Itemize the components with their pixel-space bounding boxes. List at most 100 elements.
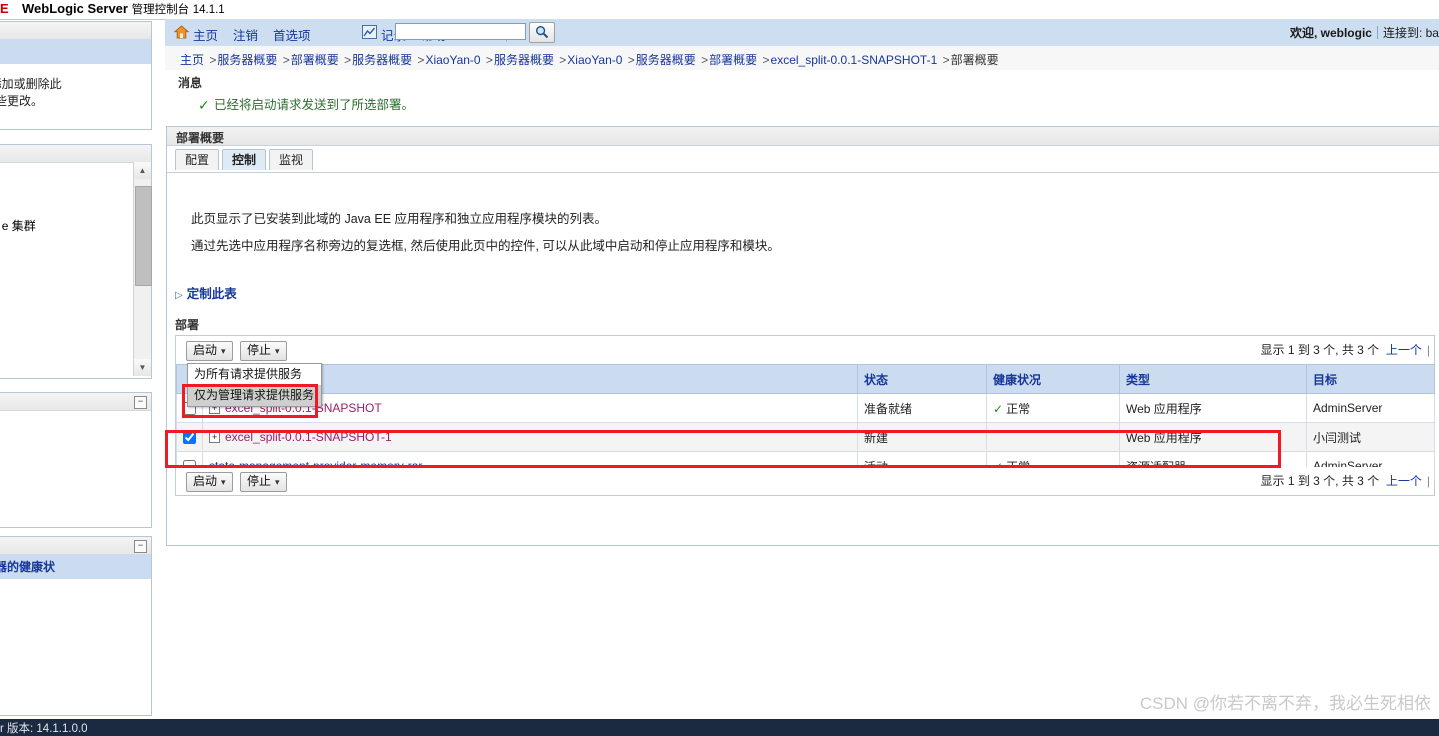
oracle-logo-icon: E xyxy=(0,1,9,16)
pagination-separator-bottom: | xyxy=(1426,474,1430,488)
chevron-right-icon: ▷ xyxy=(175,290,183,301)
deployments-table: 名称 状态 健康状况 类型 目标 +excel_split-0.0.1-SNAP… xyxy=(176,364,1435,481)
tab-configuration[interactable]: 配置 xyxy=(175,149,220,170)
breadcrumb-item-5[interactable]: 服务器概要 xyxy=(494,53,554,67)
breadcrumb-item-2[interactable]: 部署概要 xyxy=(291,53,339,67)
row-state-cell: 新建 xyxy=(857,422,987,452)
breadcrumb: 主页 >服务器概要 >部署概要 >服务器概要 >XiaoYan-0 >服务器概要… xyxy=(180,51,999,68)
utilbar-link-home[interactable]: 主页 xyxy=(193,25,218,44)
record-icon[interactable] xyxy=(362,25,377,39)
prev-page-link-bottom[interactable]: 上一个 xyxy=(1386,474,1422,488)
pagination-count-top: 显示 1 到 3 个, 共 3 个 xyxy=(1260,343,1380,357)
menu-item-servicing-all-requests[interactable]: 为所有请求提供服务 xyxy=(188,364,321,385)
chevron-down-icon: ▾ xyxy=(221,477,226,487)
triangle-down-icon[interactable]: ▼ xyxy=(134,359,151,376)
status-row-critical[interactable]: 严重 (0) xyxy=(0,629,151,649)
utilbar-link-preferences[interactable]: 首选项 xyxy=(273,25,311,44)
window-title-bar: E WebLogic Server 管理控制台 14.1.1 xyxy=(0,0,1439,20)
expand-icon[interactable]: + xyxy=(209,432,220,443)
row-name-cell[interactable]: + excel_split-0.0.1-SNAPSHOT-1 xyxy=(202,422,858,452)
change-center-header xyxy=(0,22,151,40)
system-status-header: − xyxy=(0,537,151,555)
stop-button-bottom[interactable]: 停止 ▾ xyxy=(240,472,287,492)
welcome-user: 欢迎, weblogic xyxy=(1289,26,1372,40)
search-icon xyxy=(535,25,549,42)
minus-icon[interactable]: − xyxy=(134,540,147,553)
start-dropdown-menu[interactable]: 为所有请求提供服务 仅为管理请求提供服务 xyxy=(187,363,322,407)
how-do-i-header: − xyxy=(0,393,151,411)
row-name-link[interactable]: excel_split-0.0.1-SNAPSHOT-1 xyxy=(225,430,392,444)
stop-button-bottom-label: 停止 xyxy=(247,474,272,488)
change-center-title: 启动 xyxy=(0,39,151,64)
breadcrumb-separator: > xyxy=(624,53,635,67)
row-checkbox-cell[interactable] xyxy=(176,422,203,452)
product-version: 14.1.1 xyxy=(192,4,225,16)
breadcrumb-separator: > xyxy=(414,53,425,67)
scrollbar-thumb[interactable] xyxy=(135,186,152,286)
breadcrumb-item-9[interactable]: excel_split-0.0.1-SNAPSHOT-1 xyxy=(771,53,938,67)
menu-item-servicing-admin-requests-only[interactable]: 仅为管理请求提供服务 xyxy=(188,385,321,406)
breadcrumb-item-8[interactable]: 部署概要 xyxy=(709,53,757,67)
col-target[interactable]: 目标 xyxy=(1306,364,1435,394)
chevron-down-icon: ▾ xyxy=(275,477,280,487)
prev-page-link-top[interactable]: 上一个 xyxy=(1386,343,1422,357)
pagination-info-top: 显示 1 到 3 个, 共 3 个 上一个 | xyxy=(1260,341,1430,358)
domain-structure-header xyxy=(0,145,151,163)
connected-to: 连接到: ba xyxy=(1382,26,1439,40)
customize-table-toggle[interactable]: ▷ 定制此表 xyxy=(175,283,237,302)
breadcrumb-item-0[interactable]: 主页 xyxy=(180,53,204,67)
breadcrumb-item-3[interactable]: 服务器概要 xyxy=(352,53,412,67)
start-button-bottom[interactable]: 启动 ▾ xyxy=(186,472,233,492)
start-button-bottom-label: 启动 xyxy=(193,474,218,488)
pagination-info-bottom: 显示 1 到 3 个, 共 3 个 上一个 | xyxy=(1260,472,1430,489)
table-row[interactable]: + excel_split-0.0.1-SNAPSHOT 准备就绪 ✓ 正常 Web… xyxy=(176,393,1435,423)
minus-icon[interactable]: − xyxy=(134,396,147,409)
message-text: 已经将启动请求发送到了所选部署。 xyxy=(214,98,415,112)
row-checkbox[interactable] xyxy=(183,431,196,445)
search-input[interactable] xyxy=(395,23,526,40)
breadcrumb-separator: > xyxy=(939,53,950,67)
breadcrumb-separator: > xyxy=(482,53,493,67)
table-row[interactable]: + excel_split-0.0.1-SNAPSHOT-1 新建 Web 应用程… xyxy=(176,422,1435,452)
breadcrumb-item-6[interactable]: XiaoYan-0 xyxy=(567,53,622,67)
status-row-warning[interactable]: 警告 (0) xyxy=(0,669,151,689)
triangle-up-icon[interactable]: ▲ xyxy=(134,162,151,179)
breadcrumb-item-4[interactable]: XiaoYan-0 xyxy=(425,53,480,67)
status-row-ok[interactable]: 正常 (1) xyxy=(0,689,151,709)
chevron-down-icon: ▾ xyxy=(221,346,226,356)
welcome-area: 欢迎, weblogic 连接到: ba xyxy=(1290,24,1439,41)
domain-structure-panel: 器模板 拟目标 e 集群 器 关闭类 ▲ ▼ xyxy=(0,144,152,379)
footer-bar: r 版本: 14.1.1.0.0 xyxy=(0,719,1439,736)
tab-monitoring[interactable]: 监视 xyxy=(269,149,314,170)
status-row-failed[interactable]: 失败 (0) xyxy=(0,609,151,629)
breadcrumb-separator: > xyxy=(279,53,290,67)
sidebar-scrollbar[interactable]: ▲ ▼ xyxy=(133,162,152,376)
breadcrumb-separator: > xyxy=(340,53,352,67)
success-check-icon: ✓ xyxy=(198,97,210,113)
page-description-2: 通过先选中应用程序名称旁边的复选框, 然后使用此页中的控件, 可以从此域中启动和… xyxy=(191,239,780,253)
sidebar-link-clusters[interactable]: e 集群 xyxy=(2,219,36,233)
utilbar-link-logout[interactable]: 注销 xyxy=(233,25,258,44)
row-health-cell: ✓正常 xyxy=(986,393,1120,423)
col-type[interactable]: 类型 xyxy=(1119,364,1307,394)
search-button[interactable] xyxy=(529,22,555,43)
col-health[interactable]: 健康状况 xyxy=(986,364,1120,394)
start-button-top[interactable]: 启动 ▾ xyxy=(186,341,233,361)
product-name: WebLogic Server xyxy=(22,1,128,16)
table-toolbar-bottom: 启动 ▾ 停止 ▾ 显示 1 到 3 个, 共 3 个 上一个 | xyxy=(176,467,1434,495)
chevron-down-icon: ▾ xyxy=(275,346,280,356)
col-state[interactable]: 状态 xyxy=(857,364,987,394)
breadcrumb-item-1[interactable]: 服务器概要 xyxy=(217,53,277,67)
start-button-top-label: 启动 xyxy=(193,343,218,357)
stop-button-top[interactable]: 停止 ▾ xyxy=(240,341,287,361)
customize-table-label: 定制此表 xyxy=(186,287,237,301)
change-center-line-1: 将来在修改, 添加或删除此 xyxy=(0,77,62,91)
home-icon[interactable] xyxy=(173,25,190,39)
console-label: 管理控制台 xyxy=(131,4,190,16)
page-description-1: 此页显示了已安装到此域的 Java EE 应用程序和独立应用程序模块的列表。 xyxy=(191,212,607,226)
tab-control[interactable]: 控制 xyxy=(222,149,267,170)
row-target-cell: 小闫测试 xyxy=(1306,422,1435,452)
status-row-overloaded[interactable]: 超载 (0) xyxy=(0,649,151,669)
breadcrumb-item-7[interactable]: 服务器概要 xyxy=(636,53,696,67)
row-target-cell: AdminServer xyxy=(1306,393,1435,423)
